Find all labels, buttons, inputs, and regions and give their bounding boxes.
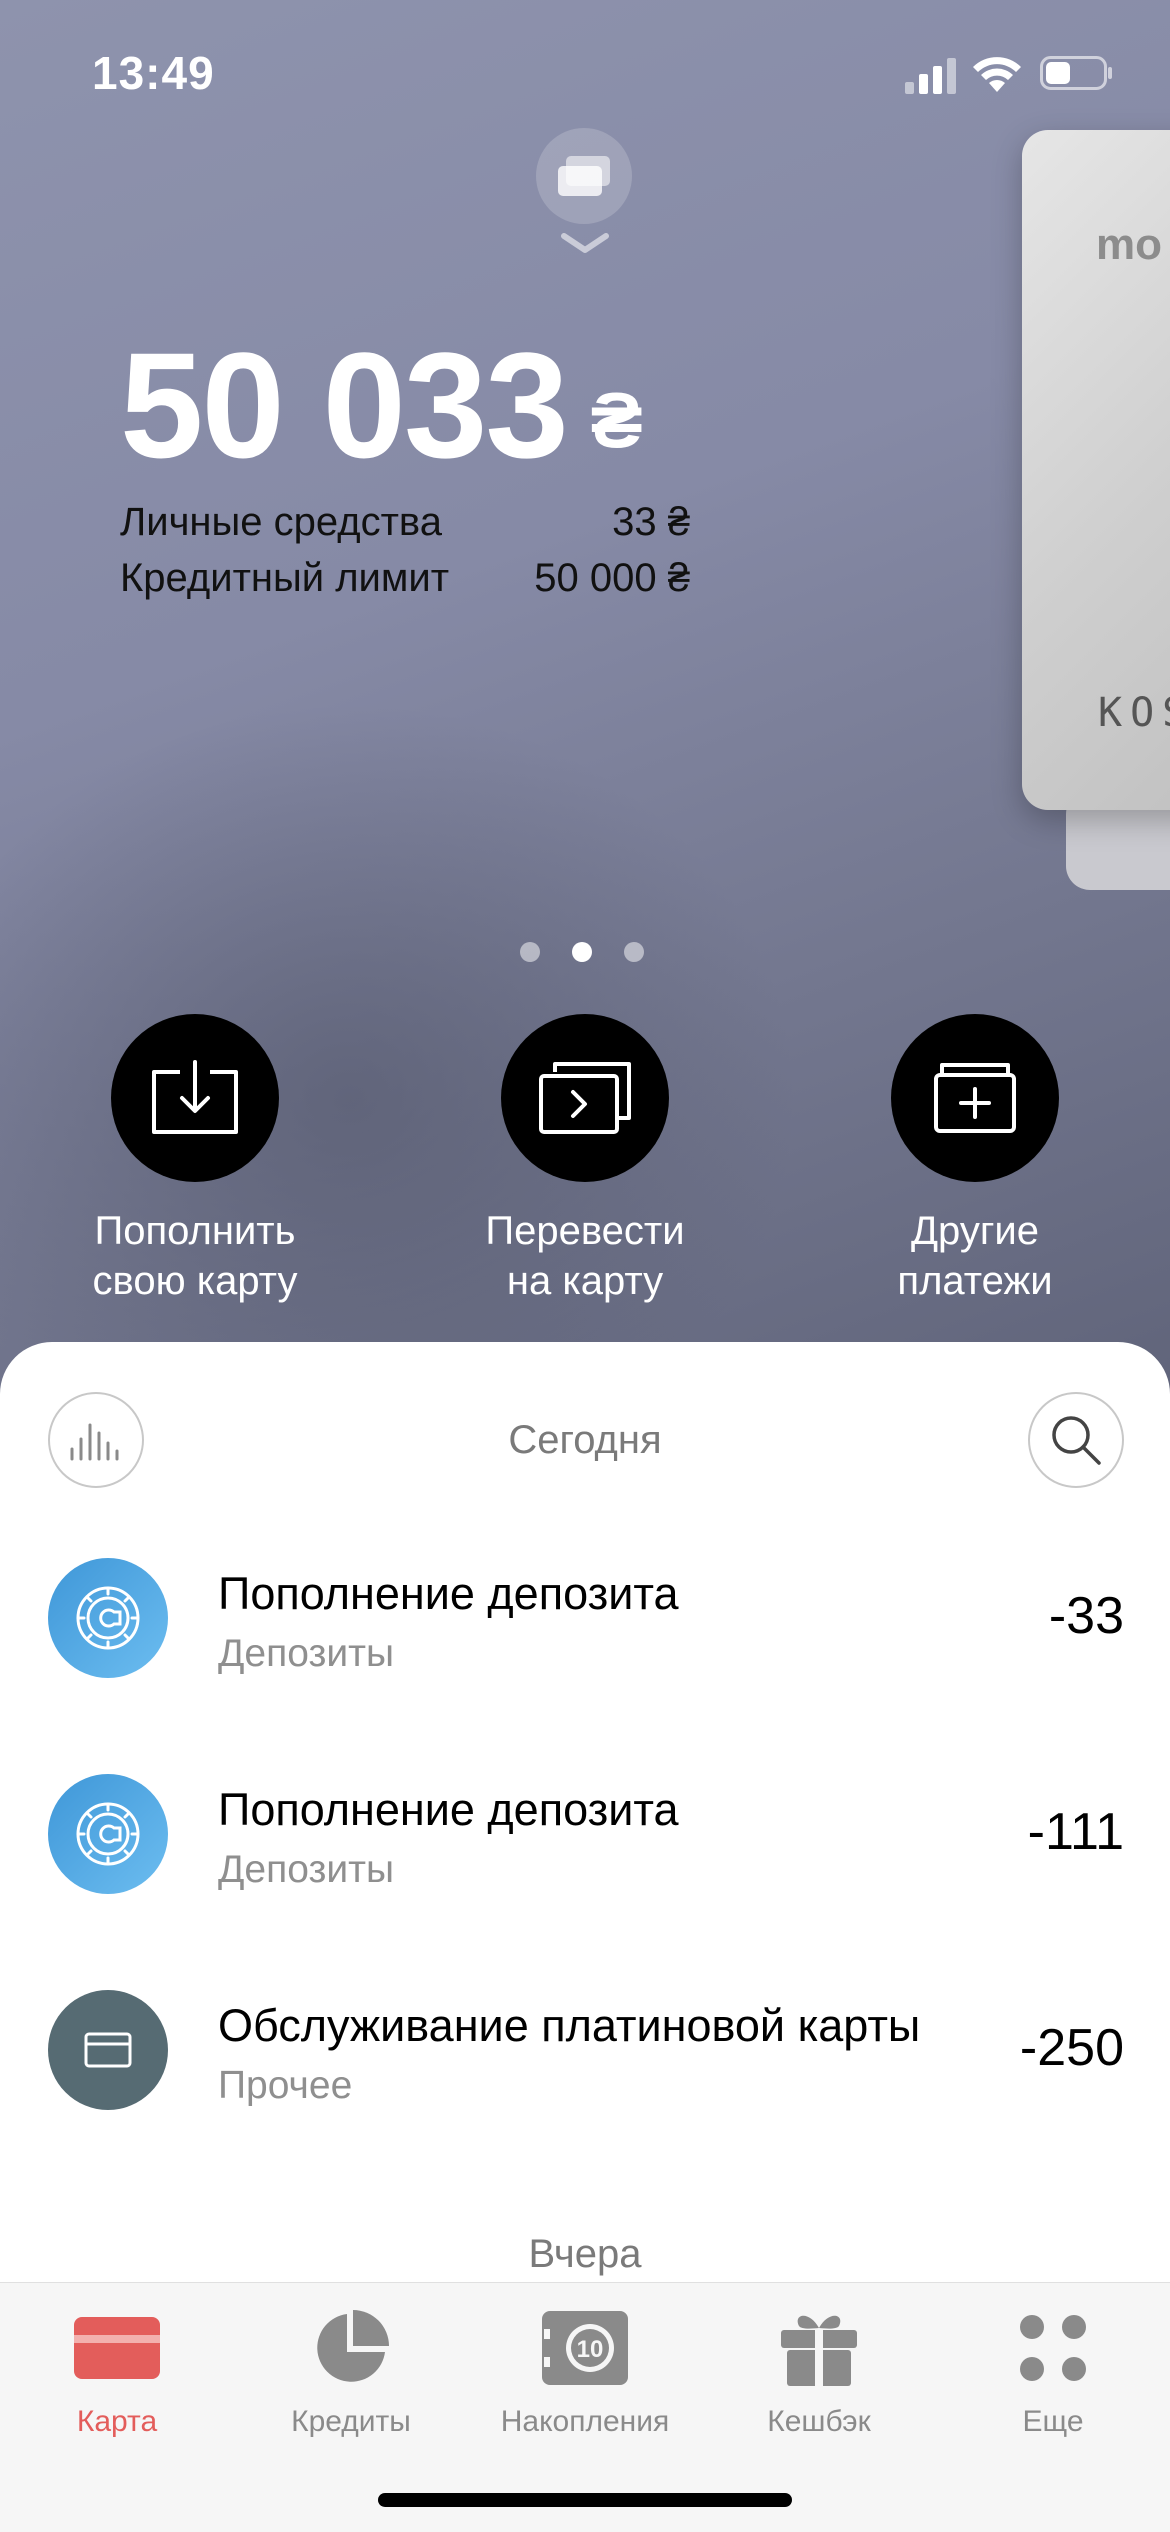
- wifi-icon: [973, 57, 1021, 92]
- card-brand: mo: [1096, 220, 1162, 269]
- safe-icon: 10: [540, 2303, 630, 2393]
- transaction-category: Прочее: [218, 2064, 353, 2107]
- tab-label: Накопления: [500, 2405, 670, 2438]
- deposit-icon: [48, 1558, 168, 1678]
- credit-limit-value: 50 000 ₴: [534, 556, 690, 600]
- transaction-row[interactable]: Обслуживание платиновой карты Прочее -25…: [0, 1972, 1170, 2132]
- tab-bar: Карта Кредиты 10 Накопления Кешбэк Еще: [0, 2282, 1170, 2532]
- chevron-down-icon[interactable]: [560, 232, 610, 256]
- status-time: 13:49: [92, 47, 215, 99]
- top-up-icon: [152, 1060, 238, 1134]
- pie-chart-icon: [306, 2303, 396, 2393]
- tab-cashback[interactable]: Кешбэк: [702, 2303, 936, 2439]
- tab-label: Кредиты: [291, 2405, 411, 2438]
- transaction-amount: -111: [1027, 1803, 1124, 1861]
- transfer-circle[interactable]: [501, 1014, 669, 1182]
- tab-card[interactable]: Карта: [0, 2303, 234, 2439]
- tab-label: Карта: [76, 2405, 158, 2438]
- svg-text:10: 10: [577, 2336, 604, 2363]
- top-up-circle[interactable]: [111, 1014, 279, 1182]
- transaction-category: Депозиты: [218, 1632, 395, 1675]
- top-up-label: Пополнить свою карту: [92, 1209, 298, 1303]
- card-holder-name: KOS: [1098, 690, 1170, 736]
- transaction-category: Депозиты: [218, 1848, 395, 1891]
- home-indicator: [378, 2493, 792, 2507]
- search-icon: [1052, 1416, 1101, 1465]
- other-payments-icon: [934, 1063, 1016, 1133]
- cards-stack-icon: [558, 156, 610, 196]
- transaction-row[interactable]: Пополнение депозита Депозиты -111: [0, 1756, 1170, 1916]
- transfer-label: Перевести на карту: [485, 1209, 685, 1303]
- carousel-dot[interactable]: [520, 942, 540, 962]
- transaction-amount: -33: [1048, 1587, 1124, 1645]
- battery-icon: [1040, 56, 1112, 90]
- other-payments-circle[interactable]: [891, 1014, 1059, 1182]
- other-payments-label: Другие платежи: [897, 1209, 1053, 1303]
- more-dots-icon: [1008, 2303, 1098, 2393]
- carousel-dot-active[interactable]: [572, 942, 592, 962]
- tab-label: Еще: [1022, 2405, 1084, 2438]
- bank-card[interactable]: mo KOS: [1022, 130, 1170, 810]
- balance-currency: ₴: [590, 376, 643, 464]
- tab-more[interactable]: Еще: [936, 2303, 1170, 2439]
- hero-section: 13:49 50 033 ₴ Личные средства 33 ₴ Кред…: [0, 0, 1170, 1400]
- yesterday-header: Вчера: [528, 2232, 642, 2276]
- deposit-icon: [48, 1774, 168, 1894]
- card-icon: [48, 1990, 168, 2110]
- gift-icon: [774, 2303, 864, 2393]
- transaction-amount: -250: [1019, 2019, 1124, 2077]
- tab-label: Кешбэк: [767, 2405, 871, 2438]
- transaction-title: Пополнение депозита: [218, 1568, 679, 1619]
- tab-savings[interactable]: 10 Накопления: [468, 2303, 702, 2439]
- own-funds-label: Личные средства: [120, 500, 442, 544]
- balance: 50 033 ₴: [120, 330, 643, 480]
- transaction-row[interactable]: Пополнение депозита Депозиты -33: [0, 1540, 1170, 1700]
- tab-credits[interactable]: Кредиты: [234, 2303, 468, 2439]
- transfer-to-card-button[interactable]: Перевести на карту: [435, 1014, 735, 1306]
- transaction-title: Пополнение депозита: [218, 1784, 679, 1835]
- today-header: Сегодня: [508, 1418, 662, 1462]
- transaction-title: Обслуживание платиновой карты: [218, 2000, 921, 2051]
- top-up-card-button[interactable]: Пополнить свою карту: [45, 1014, 345, 1306]
- own-funds-row: Личные средства 33 ₴: [120, 500, 690, 545]
- other-payments-button[interactable]: Другие платежи: [825, 1014, 1125, 1306]
- search-button[interactable]: [1028, 1392, 1124, 1488]
- carousel-dot[interactable]: [624, 942, 644, 962]
- cellular-signal-icon: [905, 58, 956, 94]
- card-tab-icon: [72, 2303, 162, 2393]
- balance-amount: 50 033: [120, 321, 569, 489]
- credit-limit-label: Кредитный лимит: [120, 556, 450, 600]
- card-switch-button[interactable]: [536, 128, 632, 224]
- transfer-icon: [539, 1062, 631, 1134]
- carousel-indicator: [520, 942, 644, 962]
- own-funds-value: 33 ₴: [612, 500, 690, 544]
- credit-limit-row: Кредитный лимит 50 000 ₴: [120, 556, 690, 601]
